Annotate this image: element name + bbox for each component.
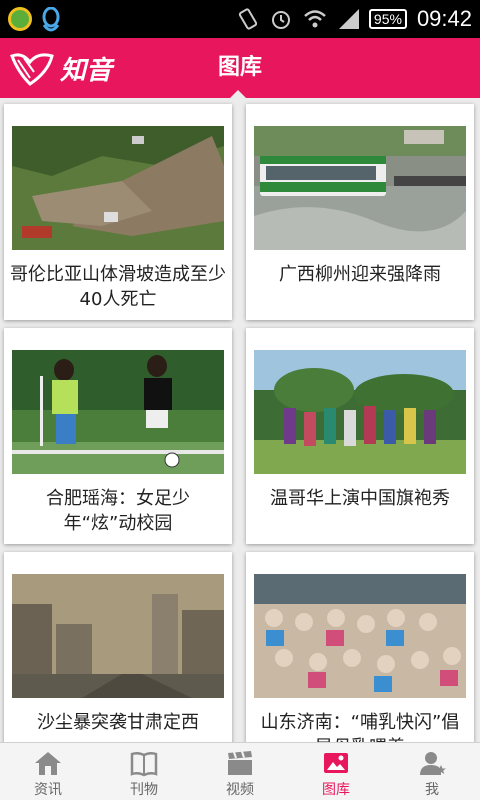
gallery-caption: 广西柳州迎来强降雨 bbox=[279, 264, 441, 285]
tab-label: 视频 bbox=[226, 782, 254, 798]
battery-level: 95% bbox=[368, 9, 407, 29]
tab-label: 图库 bbox=[322, 782, 350, 798]
alarm-icon bbox=[271, 11, 290, 29]
app-header: 图库 知音 bbox=[0, 38, 480, 99]
user-icon bbox=[420, 752, 446, 775]
wifi-icon bbox=[304, 10, 326, 28]
gallery-caption: 温哥华上演中国旗袍秀 bbox=[270, 488, 450, 509]
gallery-thumbnail bbox=[254, 350, 466, 474]
gallery-card[interactable]: 合肥瑶海：女足少年“炫”动校园 bbox=[4, 328, 232, 544]
film-icon bbox=[228, 751, 252, 775]
tab-news[interactable]: 资讯 bbox=[0, 743, 96, 800]
gallery-card[interactable]: 哥伦比亚山体滑坡造成至少40人死亡 bbox=[4, 104, 232, 320]
gallery-thumbnail bbox=[254, 126, 466, 250]
tab-gallery[interactable]: 图库 bbox=[288, 743, 384, 800]
gallery-caption: 沙尘暴突袭甘肃定西 bbox=[37, 712, 199, 733]
status-bar: 95% 09:42 bbox=[0, 0, 480, 38]
gallery-card[interactable]: 温哥华上演中国旗袍秀 bbox=[246, 328, 474, 544]
clock: 09:42 bbox=[416, 6, 472, 31]
book-icon bbox=[130, 751, 158, 777]
gallery-card[interactable]: 沙尘暴突袭甘肃定西 bbox=[4, 552, 232, 742]
gallery-thumbnail bbox=[12, 574, 224, 698]
gallery-thumbnail bbox=[254, 574, 466, 698]
picture-icon bbox=[324, 753, 348, 773]
bottom-tab-bar: 资讯 刊物 视频 图库 我 bbox=[0, 742, 480, 800]
app-logo[interactable]: 知音 bbox=[8, 48, 112, 88]
gallery-card[interactable]: 广西柳州迎来强降雨 bbox=[246, 104, 474, 320]
tab-magazine[interactable]: 刊物 bbox=[96, 743, 192, 800]
vibrate-icon bbox=[238, 8, 258, 30]
heart-logo-icon bbox=[10, 53, 54, 86]
tab-label: 我 bbox=[425, 782, 439, 798]
gallery-caption: 哥伦比亚山体滑坡造成至少40人死亡 bbox=[10, 264, 226, 310]
gallery-caption: 山东济南：“哺乳快闪”倡导母乳喂养 bbox=[260, 712, 460, 742]
gallery-card[interactable]: 山东济南：“哺乳快闪”倡导母乳喂养 bbox=[246, 552, 474, 742]
signal-icon bbox=[338, 9, 359, 29]
tab-label: 刊物 bbox=[130, 782, 158, 798]
logo-text: 知音 bbox=[60, 55, 113, 86]
home-icon bbox=[35, 752, 61, 775]
gallery-grid[interactable]: 哥伦比亚山体滑坡造成至少40人死亡 广西柳州迎来强降雨 合肥瑶海：女足少年“炫”… bbox=[0, 98, 480, 742]
qq-icon bbox=[42, 7, 60, 32]
tab-video[interactable]: 视频 bbox=[192, 743, 288, 800]
gallery-thumbnail bbox=[12, 126, 224, 250]
gallery-thumbnail bbox=[12, 350, 224, 474]
gallery-caption: 合肥瑶海：女足少年“炫”动校园 bbox=[46, 488, 190, 534]
notification-icon bbox=[8, 7, 32, 31]
tab-me[interactable]: 我 bbox=[384, 743, 480, 800]
tab-label: 资讯 bbox=[34, 782, 62, 798]
